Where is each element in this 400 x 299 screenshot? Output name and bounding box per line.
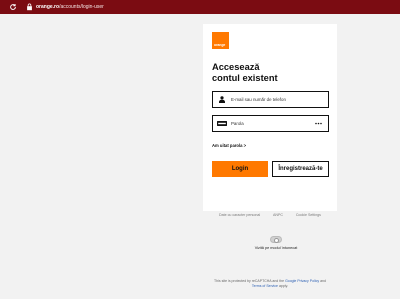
url-path: /accounts/login-user bbox=[59, 4, 104, 10]
password-icon bbox=[216, 121, 228, 126]
url-domain: orange.ro bbox=[36, 4, 60, 10]
footer-link-cookie-settings[interactable]: Cookie Settings bbox=[296, 213, 321, 217]
toggle-knob bbox=[274, 237, 279, 243]
logo-text: orange bbox=[214, 43, 226, 47]
recaptcha-notice: This site is protected by reCAPTCHA and … bbox=[212, 279, 328, 289]
recaptcha-suffix: apply. bbox=[278, 284, 289, 288]
orange-logo[interactable]: orange bbox=[212, 32, 229, 49]
reload-icon[interactable] bbox=[6, 0, 20, 14]
login-button[interactable]: Login bbox=[212, 161, 268, 177]
password-field[interactable]: Parola bbox=[212, 115, 329, 132]
footer-link-anpc[interactable]: ANPC bbox=[273, 213, 283, 217]
email-placeholder: E-mail sau număr de telefon bbox=[231, 97, 286, 102]
browser-address-bar: orange.ro/accounts/login-user bbox=[0, 0, 400, 14]
dark-mode-label: Vizită pe modul întunecat bbox=[254, 246, 298, 250]
dark-mode-toggle[interactable] bbox=[270, 236, 282, 243]
recaptcha-prefix: This site is protected by reCAPTCHA and … bbox=[214, 279, 285, 283]
lock-icon[interactable] bbox=[24, 0, 34, 14]
title-line-2: contul existent bbox=[212, 73, 278, 83]
footer-link-personal-data[interactable]: Date cu caracter personal bbox=[219, 213, 260, 217]
title-line-1: Accesează bbox=[212, 62, 260, 72]
recaptcha-middle: and bbox=[320, 279, 326, 283]
url-text[interactable]: orange.ro/accounts/login-user bbox=[36, 4, 104, 10]
login-card: orange Accesează contul existent E-mail … bbox=[203, 24, 337, 211]
email-field[interactable]: E-mail sau număr de telefon bbox=[212, 91, 329, 108]
footer-links: Date cu caracter personal ANPC Cookie Se… bbox=[203, 213, 337, 217]
password-placeholder: Parola bbox=[231, 121, 244, 126]
terms-of-service-link[interactable]: Terms of Service bbox=[252, 284, 278, 288]
show-password-icon[interactable] bbox=[313, 122, 323, 125]
user-icon bbox=[216, 96, 228, 103]
google-privacy-link[interactable]: Google Privacy Policy bbox=[285, 279, 319, 283]
register-button[interactable]: Înregistrează-te bbox=[272, 161, 329, 177]
forgot-password-link[interactable]: Am uitat parola > bbox=[212, 143, 246, 148]
page-title: Accesează contul existent bbox=[212, 62, 278, 84]
